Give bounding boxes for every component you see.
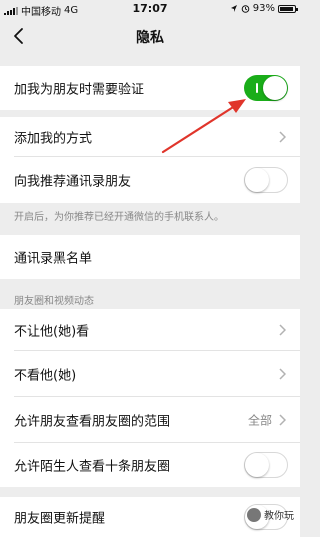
moments-range-row[interactable]: 允许朋友查看朋友圈的范围 全部 (0, 397, 300, 443)
blacklist-label: 通讯录黑名单 (14, 251, 93, 267)
not-let-see-label: 不让他(她)看 (14, 324, 90, 340)
not-see-row[interactable]: 不看他(她) (0, 351, 300, 397)
chevron-right-icon (279, 414, 286, 426)
verify-friend-row: 加我为朋友时需要验证 (0, 66, 300, 110)
not-let-see-row[interactable]: 不让他(她)看 (0, 309, 300, 351)
chevron-right-icon (279, 324, 286, 336)
moments-range-value: 全部 (247, 413, 272, 428)
chevron-right-icon (279, 368, 286, 380)
chevron-right-icon (279, 131, 286, 143)
recommend-contacts-row: 向我推荐通讯录朋友 (0, 157, 300, 203)
battery-icon (278, 4, 298, 13)
add-methods-row[interactable]: 添加我的方式 (0, 117, 300, 157)
stranger-view-label: 允许陌生人查看十条朋友圈 (14, 459, 171, 475)
moments-section-header: 朋友圈和视频动态 (14, 296, 94, 307)
update-reminder-label: 朋友圈更新提醒 (14, 511, 106, 527)
location-icon (230, 5, 237, 12)
watermark-logo-icon (247, 507, 261, 522)
verify-friend-label: 加我为朋友时需要验证 (14, 82, 145, 98)
stranger-view-toggle[interactable] (244, 452, 288, 478)
recommend-contacts-label: 向我推荐通讯录朋友 (14, 174, 132, 190)
watermark: 教你玩 (247, 507, 294, 522)
status-right: 93% (230, 3, 298, 14)
battery-percent: 93% (252, 3, 275, 14)
watermark-text: 教你玩 (264, 511, 294, 522)
nav-bar: 隐私 (0, 18, 300, 54)
stranger-view-row: 允许陌生人查看十条朋友圈 (0, 443, 300, 487)
verify-friend-toggle[interactable] (244, 75, 288, 101)
moments-range-label: 允许朋友查看朋友圈的范围 (14, 414, 171, 430)
status-bar: 中国移动 4G 17:07 93% (0, 0, 300, 18)
add-methods-label: 添加我的方式 (14, 131, 93, 147)
page-title: 隐私 (136, 30, 164, 46)
recommend-hint: 开启后，为你推荐已经开通微信的手机联系人。 (14, 212, 224, 223)
blacklist-row[interactable]: 通讯录黑名单 (0, 235, 300, 279)
alarm-icon (241, 5, 250, 13)
not-see-label: 不看他(她) (14, 368, 77, 384)
recommend-contacts-toggle[interactable] (244, 167, 288, 193)
